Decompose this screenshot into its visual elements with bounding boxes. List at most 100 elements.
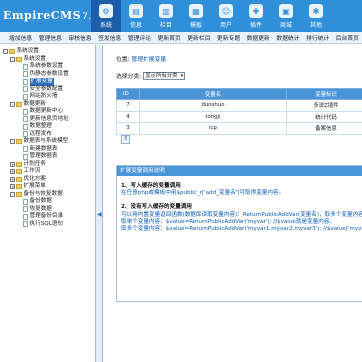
cell-id: 3	[116, 122, 140, 135]
tree-item[interactable]: 系统参数设置	[0, 63, 95, 71]
expand-icon[interactable]: +	[10, 176, 15, 182]
cell-name: duoshuo	[139, 99, 287, 112]
logo-text: EmpireCMS	[3, 9, 82, 22]
breadcrumb-prefix: 位置:	[116, 57, 130, 63]
nav-item-1[interactable]: ▤ 信息	[121, 0, 151, 32]
quick-menu-item[interactable]: 数据统计	[276, 33, 299, 42]
tree-item[interactable]: 备份数据	[0, 198, 95, 206]
collapse-icon[interactable]: -	[10, 191, 15, 197]
page-icon	[23, 93, 28, 100]
main-content: 位置: 管理扩展变量 选择分类: 显示所有分类 ▾ ID 变量名 变量标识 7d…	[104, 45, 362, 362]
tree-item[interactable]: - 数据更新	[0, 101, 95, 109]
help-text-2: 可以用内置变量返回函数(数据库读取变量内容)：ReturnPublicAddVa…	[121, 211, 362, 218]
nav-item-label: 栏目	[159, 22, 172, 29]
nav-item-label: 系统	[99, 22, 112, 29]
cell-name: tongji	[139, 110, 287, 123]
more-icon: ✱	[309, 4, 323, 18]
table-row[interactable]: 4 tongji 统计代码	[116, 110, 362, 123]
quick-menu-item[interactable]: 后台首页	[336, 33, 359, 42]
folder-icon	[16, 139, 22, 145]
tree-item[interactable]: + 工作流	[0, 168, 95, 176]
tree-item[interactable]: 数据更新中心	[0, 108, 95, 116]
table-row[interactable]: 7 duoshuo 多说Z插件	[116, 99, 362, 112]
nav-item-2[interactable]: ▥ 栏目	[151, 0, 181, 32]
quick-menu-item[interactable]: 增加信息	[9, 33, 32, 42]
tree-item-label: 扩展菜单	[23, 183, 46, 189]
nav-item-label: 模板	[189, 22, 202, 29]
folder-icon	[16, 191, 22, 197]
tree-item[interactable]: 安全参数配置	[0, 86, 95, 94]
quick-menu-item[interactable]: 管理评论	[128, 33, 151, 42]
tree-item[interactable]: 远程发布	[0, 131, 95, 139]
quick-menu-item[interactable]: 数据更新	[247, 33, 270, 42]
nav-item-7[interactable]: ✱ 其他	[301, 0, 331, 32]
tree-item[interactable]: - 备份与恢复数据	[0, 191, 95, 199]
document-icon: ▤	[129, 4, 143, 18]
tree-item[interactable]: - 系统设置	[0, 48, 95, 56]
quick-menu-item[interactable]: 更新栏目	[187, 33, 210, 42]
quick-menu-item[interactable]: 审核信息	[68, 33, 91, 42]
collapse-icon[interactable]: -	[10, 139, 15, 145]
nav-item-label: 插件	[249, 22, 262, 29]
tree-item[interactable]: 网站防火墙	[0, 93, 95, 101]
expand-icon[interactable]: +	[10, 169, 15, 175]
collapse-arrow-icon[interactable]: ◀	[97, 211, 102, 218]
logo: EmpireCMS7.0	[3, 9, 98, 22]
quick-menu-item[interactable]: 排行统计	[306, 33, 329, 42]
tree-item[interactable]: + 扩展菜单	[0, 183, 95, 191]
nav-item-3[interactable]: ▦ 模板	[181, 0, 211, 32]
plugin-icon: ✚	[249, 4, 263, 18]
variables-table: ID 变量名 变量标识 7 duoshuo 多说Z插件 4 tongji 统计代码 3 icp…	[116, 88, 362, 135]
nav-item-5[interactable]: ✚ 插件	[241, 0, 271, 32]
help-title: 扩展变量调用说明	[117, 166, 362, 176]
tree-item-label: 系统设置	[16, 48, 39, 54]
tree-item[interactable]: 更新信息页地址	[0, 116, 95, 124]
tree-item-label: 伪静态参数设置	[29, 70, 69, 77]
quick-menu-item[interactable]: 签发信息	[98, 33, 121, 42]
category-select[interactable]: 显示所有分类 ▾	[143, 71, 186, 80]
collapse-icon[interactable]: -	[10, 56, 15, 62]
page-icon	[23, 78, 28, 85]
cell-label: 多说Z插件	[286, 99, 362, 112]
nav-item-0[interactable]: ⚙ 系统	[91, 0, 121, 32]
tree-item-label: 扩展变量	[29, 78, 54, 86]
tree-item-label: 恢复数据	[29, 205, 52, 212]
filter-label: 选择分类:	[116, 74, 142, 80]
expand-icon[interactable]: +	[10, 161, 15, 167]
tree-item[interactable]: 恢复数据	[0, 206, 95, 214]
tree-item[interactable]: 伪静态参数设置	[0, 71, 95, 79]
page-icon	[23, 198, 28, 205]
tree-item[interactable]: 管理数据表	[0, 153, 95, 161]
nav-item-4[interactable]: ☺ 用户	[211, 0, 241, 32]
tree-item[interactable]: - 系统设置	[0, 56, 95, 64]
nav-item-label: 用户	[219, 22, 232, 29]
collapse-icon[interactable]: -	[3, 49, 8, 55]
col-header-name: 变量名	[139, 88, 287, 100]
tree-item[interactable]: + 优化方案	[0, 176, 95, 184]
quick-menu-item[interactable]: 更新首页	[158, 33, 181, 42]
tree-item[interactable]: 管理备份目录	[0, 213, 95, 221]
help-text-1: 在任意php或模板中用$public_r['add_变量名']可取得变量内容。	[121, 190, 285, 197]
tree-item[interactable]: + 计划任务	[0, 161, 95, 169]
tree-item[interactable]: 新建数据表	[0, 146, 95, 154]
nav-item-6[interactable]: ▣ 商城	[271, 0, 301, 32]
expand-icon[interactable]: +	[10, 184, 15, 190]
quick-menu-item[interactable]: 更新专题	[217, 33, 240, 42]
tree-item[interactable]: 扩展变量	[0, 78, 95, 86]
collapse-icon[interactable]: -	[10, 101, 15, 107]
sidebar-splitter[interactable]: ◀	[96, 45, 103, 362]
user-icon: ☺	[219, 4, 233, 18]
help-text-3: 取单个变量内容：$value=ReturnPublicAddVar('myvar…	[121, 218, 336, 225]
breadcrumb: 位置: 管理扩展变量	[116, 54, 166, 63]
quick-menu-item[interactable]: 管理信息	[39, 33, 62, 42]
tree-item-label: 管理备份目录	[29, 213, 64, 219]
sidebar-tree: - 系统设置 - 系统设置 系统参数设置 伪静态参数设置 扩展变量 安全参数配置 网站防火墙 - 数…	[0, 45, 96, 362]
table-row[interactable]: 3 icp 备案信息	[116, 122, 362, 135]
col-header-id: ID	[116, 88, 140, 100]
tree-item[interactable]: 执行SQL语句	[0, 221, 95, 229]
tree-item[interactable]: - 数据表与系统模型	[0, 138, 95, 146]
page-number[interactable]: 3	[121, 135, 130, 144]
tree-item[interactable]: 数据整理	[0, 123, 95, 131]
tree-item-label: 计划任务	[23, 160, 46, 167]
breadcrumb-link[interactable]: 管理扩展变量	[131, 57, 166, 63]
